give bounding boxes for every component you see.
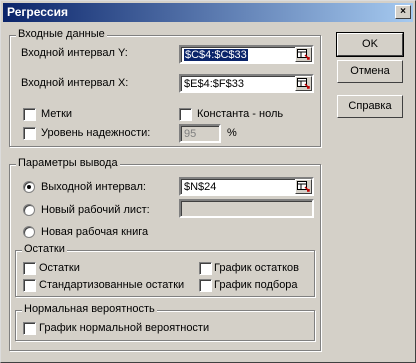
residual-plots-checkbox[interactable] bbox=[199, 262, 212, 275]
output-options-group-title: Параметры вывода bbox=[16, 157, 120, 169]
residuals-group-title: Остатки bbox=[22, 243, 67, 255]
percent-label: % bbox=[227, 127, 237, 139]
normal-probability-plots-checkbox-label: График нормальной вероятности bbox=[39, 322, 210, 334]
range-select-icon bbox=[297, 49, 310, 60]
cancel-button[interactable]: Отмена bbox=[337, 60, 403, 83]
new-sheet-radio-label: Новый рабочий лист: bbox=[41, 204, 150, 216]
new-sheet-name-field[interactable] bbox=[179, 199, 314, 218]
input-y-label: Входной интервал Y: bbox=[21, 47, 128, 59]
collapse-dialog-button-output[interactable] bbox=[295, 179, 312, 194]
standardized-residuals-checkbox-label: Стандартизованные остатки bbox=[39, 279, 185, 291]
confidence-level-field[interactable]: 95 bbox=[179, 124, 221, 143]
input-x-range-value: $E$4:$F$33 bbox=[184, 78, 244, 90]
window-title: Регрессия bbox=[7, 5, 68, 19]
line-fit-plots-checkbox[interactable] bbox=[199, 279, 212, 292]
input-y-range-field[interactable]: $C$4:$C$33 bbox=[179, 45, 314, 64]
input-y-range-value: $C$4:$C$33 bbox=[184, 49, 248, 61]
new-workbook-radio[interactable] bbox=[23, 226, 35, 238]
close-button[interactable]: × bbox=[395, 5, 411, 19]
collapse-dialog-button-x[interactable] bbox=[295, 76, 312, 91]
constant-zero-checkbox-label: Константа - ноль bbox=[197, 108, 284, 120]
output-range-value: $N$24 bbox=[184, 181, 217, 193]
range-select-icon bbox=[297, 78, 310, 89]
new-sheet-radio[interactable] bbox=[23, 204, 35, 216]
labels-checkbox-label: Метки bbox=[41, 108, 73, 120]
residuals-checkbox-label: Остатки bbox=[39, 262, 80, 274]
standardized-residuals-checkbox[interactable] bbox=[23, 279, 36, 292]
collapse-dialog-button-y[interactable] bbox=[295, 47, 312, 62]
regression-dialog: Регрессия × Входные данные Входной интер… bbox=[0, 0, 416, 363]
normal-probability-plots-checkbox[interactable] bbox=[23, 322, 36, 335]
confidence-level-checkbox-label: Уровень надежности: bbox=[41, 127, 151, 139]
confidence-level-value: 95 bbox=[184, 128, 197, 140]
title-bar[interactable]: Регрессия × bbox=[3, 3, 413, 22]
input-x-label: Входной интервал X: bbox=[21, 77, 129, 89]
help-button[interactable]: Справка bbox=[337, 95, 403, 118]
new-workbook-radio-label: Новая рабочая книга bbox=[41, 226, 149, 238]
confidence-level-checkbox[interactable] bbox=[23, 127, 36, 140]
ok-button[interactable]: OK bbox=[336, 32, 404, 57]
input-x-range-field[interactable]: $E$4:$F$33 bbox=[179, 74, 314, 93]
constant-zero-checkbox[interactable] bbox=[179, 108, 192, 121]
output-range-radio[interactable] bbox=[23, 181, 35, 193]
output-range-field[interactable]: $N$24 bbox=[179, 177, 314, 196]
labels-checkbox[interactable] bbox=[23, 108, 36, 121]
range-select-icon bbox=[297, 181, 310, 192]
normal-probability-group-title: Нормальная вероятность bbox=[22, 303, 157, 315]
line-fit-plots-checkbox-label: График подбора bbox=[214, 279, 298, 291]
input-data-group-title: Входные данные bbox=[16, 28, 107, 40]
residuals-checkbox[interactable] bbox=[23, 262, 36, 275]
residual-plots-checkbox-label: График остатков bbox=[214, 262, 299, 274]
output-range-radio-label: Выходной интервал: bbox=[41, 181, 146, 193]
